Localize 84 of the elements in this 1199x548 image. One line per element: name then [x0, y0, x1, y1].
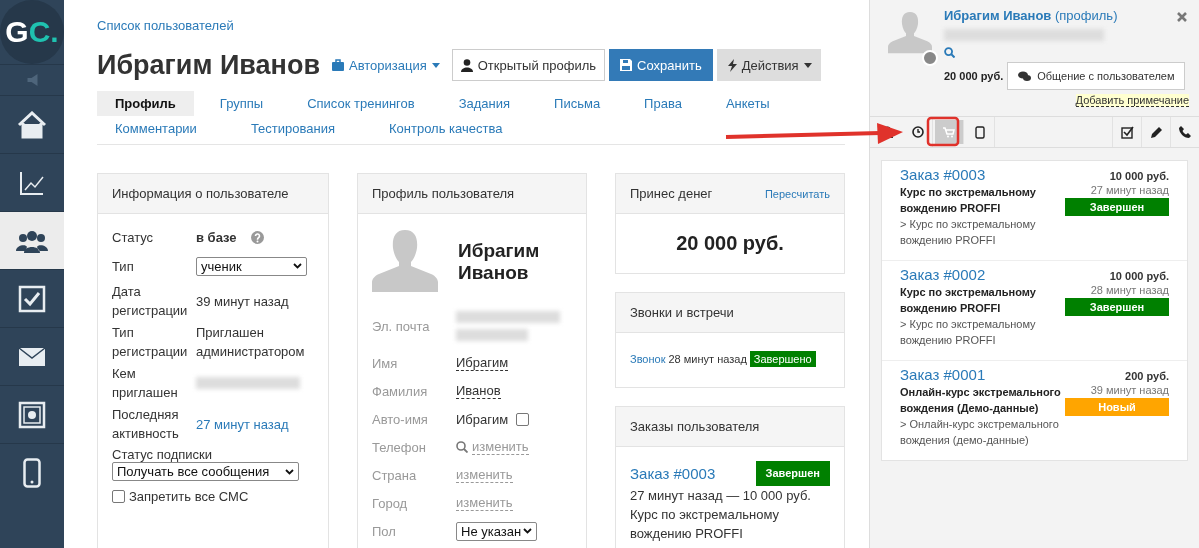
user-revenue: 20 000 руб. [944, 70, 1004, 82]
logo[interactable]: GC. [0, 0, 64, 64]
field-label: Статус подписки [112, 447, 214, 462]
field-label: Последняя активность [112, 406, 180, 443]
order-summary: 27 минут назад — 10 000 руб. [630, 487, 812, 505]
breadcrumb-link[interactable]: Список пользователей [97, 18, 234, 33]
gender-select[interactable]: Не указан [456, 521, 537, 541]
order-price: 10 000 руб. [1109, 270, 1169, 282]
status-value: в базе [196, 228, 237, 247]
checkbox-label: Запретить все СМС [129, 489, 249, 504]
order-title: Онлайн-курс экстремального вождения (Демо-данные) [900, 385, 1062, 416]
tab[interactable]: Письма [536, 91, 619, 116]
field-value: 39 минут назад [196, 292, 289, 311]
change-link[interactable]: изменить [456, 467, 513, 483]
order-title: Курс по экстремальному вождению PROFFI [900, 185, 1037, 216]
card-title: Заказы пользователя [630, 419, 760, 434]
add-note-link[interactable]: Добавить примечание [1075, 94, 1189, 107]
field-label: Дата регистрации [112, 283, 189, 320]
profile-link[interactable]: (профиль) [1055, 8, 1118, 23]
tab[interactable]: Задания [440, 91, 529, 116]
order-link[interactable]: Заказ #0001 [900, 366, 986, 383]
order-title: Курс по экстремальному вождению PROFFI [900, 285, 1037, 316]
field-label: Имя [372, 355, 399, 371]
order-time: 27 минут назад [1090, 184, 1169, 196]
field-label: Пол [372, 523, 397, 539]
actions-dropdown[interactable]: Действия [716, 49, 821, 81]
tab[interactable]: Права [626, 91, 700, 116]
chat-button[interactable]: Общение с пользователем [1007, 62, 1186, 90]
tab[interactable]: Контроль качества [371, 116, 521, 141]
order-product: > Курс по экстремальному вождению PROFFI [900, 217, 1037, 248]
order-link[interactable]: Заказ #0003 [630, 464, 716, 483]
field-label: Телефон [372, 439, 427, 455]
profile-name: Ибрагим Иванов [458, 240, 541, 284]
card-title: Принес денег [630, 186, 713, 201]
field-label: Город [372, 495, 409, 511]
status-badge: Завершено [749, 351, 816, 367]
field-label: Тип регистрации [112, 324, 189, 361]
field-label: Фамилия [372, 383, 429, 399]
recalculate-link[interactable]: Пересчитать [764, 187, 830, 200]
field-value: Ибрагим [456, 411, 509, 427]
change-link[interactable]: изменить [472, 439, 529, 455]
status-badge: Завершен [1065, 298, 1169, 316]
status-badge: Завершен [755, 461, 830, 486]
field-label: Кем приглашен [112, 365, 179, 402]
field-label: Тип [112, 257, 135, 276]
tab[interactable]: Анкеты [707, 91, 788, 116]
tab[interactable]: Профиль [97, 91, 194, 116]
order-price: 200 руб. [1125, 370, 1169, 382]
card-title: Профиль пользователя [372, 186, 515, 201]
order-product: > Онлайн-курс экстремального вождения (демо-данные) [900, 417, 1060, 448]
field-label: Статус [112, 228, 155, 247]
order-product: > Курс по экстремальному вождению PROFFI [900, 317, 1037, 348]
tab[interactable]: Тестирования [232, 116, 353, 141]
revenue-amount: 20 000 руб. [675, 231, 785, 256]
call-time: 28 минут назад [668, 353, 747, 365]
order-link[interactable]: Заказ #0003 [900, 166, 986, 183]
status-badge: Новый [1065, 398, 1169, 416]
order-product: Курс по экстремальному вождению PROFFI [630, 506, 781, 543]
status-badge: Завершен [1065, 198, 1169, 216]
field-label: Эл. почта [372, 318, 431, 334]
editable-value[interactable]: Ибрагим [456, 355, 509, 371]
order-time: 39 минут назад [1090, 384, 1169, 396]
tab[interactable]: Комментарии [97, 116, 215, 141]
card-title: Информация о пользователе [112, 186, 289, 201]
editable-value[interactable]: Иванов [456, 383, 501, 399]
order-price: 10 000 руб. [1109, 170, 1169, 182]
user-name-link[interactable]: Ибрагим Иванов [944, 8, 1052, 23]
field-label: Авто-имя [372, 411, 429, 427]
type-select[interactable]: ученик [196, 256, 307, 276]
activity-link[interactable]: 27 минут назад [196, 414, 289, 434]
subscription-select[interactable]: Получать все сообщения [112, 462, 299, 481]
field-value: Приглашен администратором [196, 324, 306, 361]
public-profile-button[interactable]: Открытый профиль [451, 49, 606, 81]
tab[interactable]: Группы [201, 91, 282, 116]
save-button[interactable]: Сохранить [609, 49, 713, 81]
change-link[interactable]: изменить [456, 495, 513, 511]
call-link[interactable]: Звонок [630, 353, 666, 365]
field-label: Страна [372, 467, 418, 483]
card-title: Звонки и встречи [630, 305, 734, 320]
page-title: Ибрагим Иванов [97, 49, 320, 81]
tab[interactable]: Список тренингов [289, 91, 433, 116]
order-time: 28 минут назад [1090, 284, 1169, 296]
order-link[interactable]: Заказ #0002 [900, 266, 986, 283]
authorization-dropdown[interactable]: Авторизация [332, 57, 440, 73]
